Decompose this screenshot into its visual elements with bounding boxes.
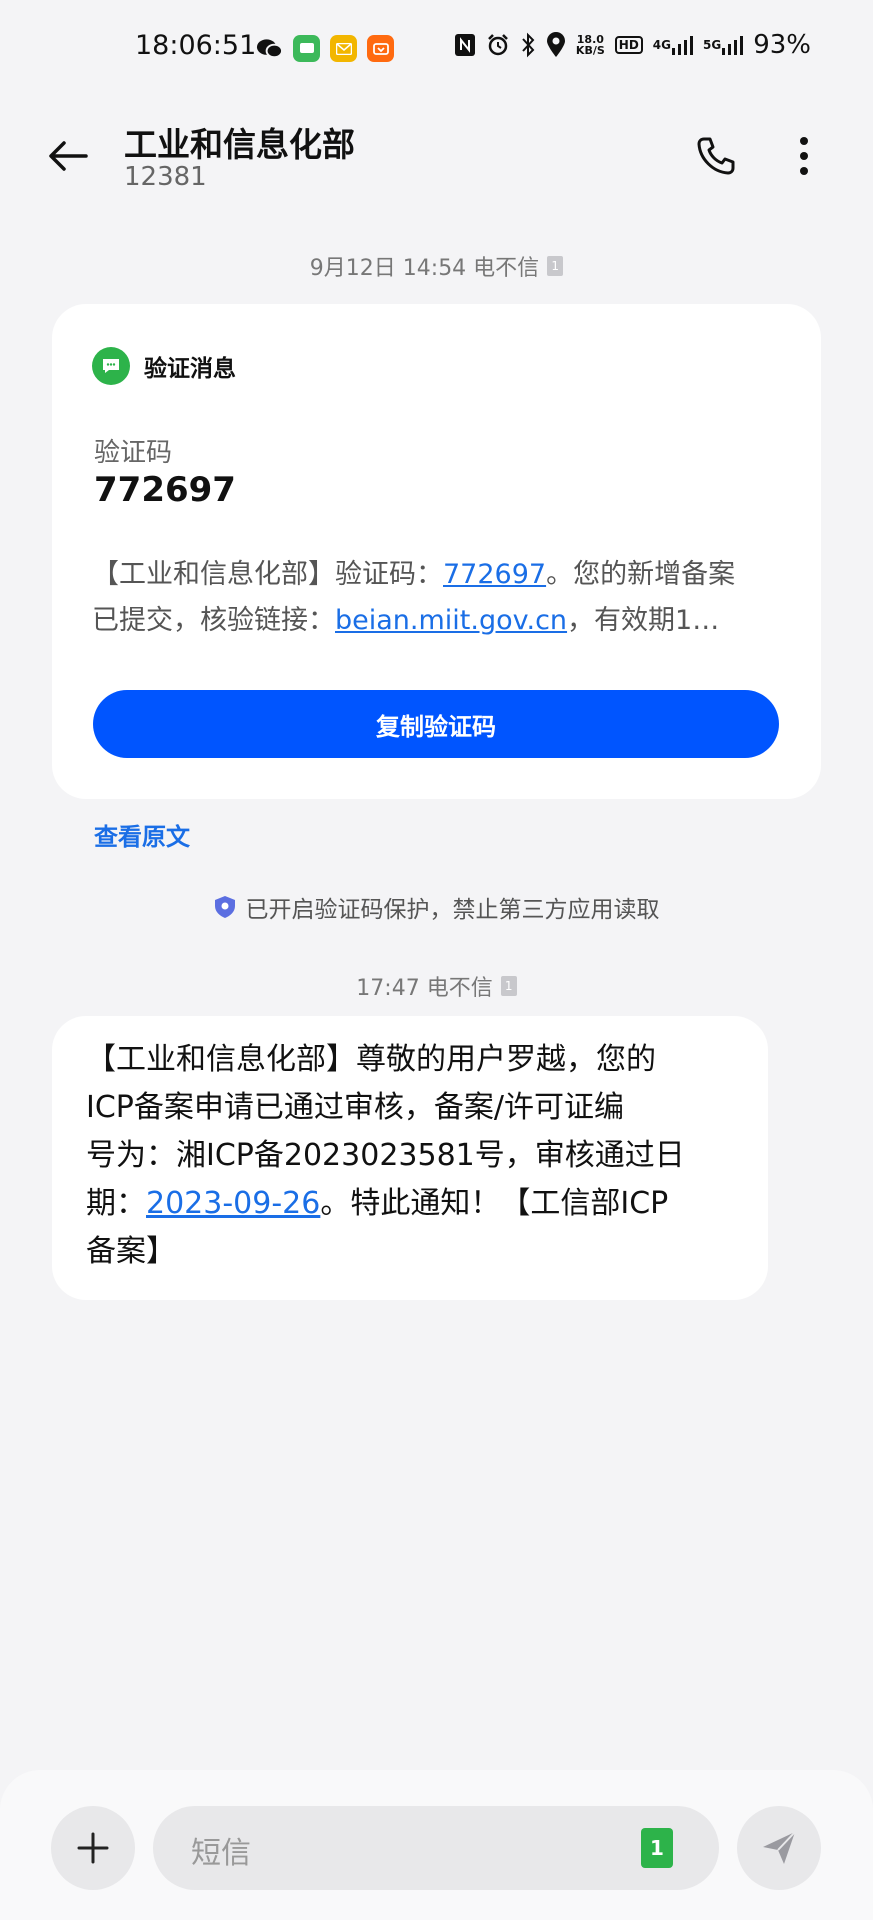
shopping-app-icon <box>367 35 394 62</box>
wechat-icon <box>256 35 283 62</box>
message-line: 号为：湘ICP备2023023581号，审核通过日 <box>86 1138 685 1173</box>
body-text: ，有效期1… <box>567 605 720 636</box>
timestamp-text: 9月12日 14:54 电不信 <box>309 256 540 281</box>
mail-app-icon <box>330 35 357 62</box>
messages-app-icon <box>293 35 320 62</box>
message-input[interactable]: 短信 1 <box>153 1806 719 1890</box>
copy-code-button[interactable]: 复制验证码 <box>93 690 779 758</box>
shield-icon <box>214 896 235 918</box>
code-link[interactable]: 772697 <box>443 559 546 590</box>
body-text: 。您的新增备案 <box>546 559 736 590</box>
composer-bar: 短信 1 <box>0 1770 873 1920</box>
location-icon <box>546 32 566 58</box>
nfc-icon <box>454 33 476 57</box>
system-status: 18.0 KB/S HD 4G 5G 93% <box>454 30 811 60</box>
message-timestamp: 17:47 电不信 1 <box>0 970 873 1002</box>
add-attachment-button[interactable] <box>51 1806 135 1890</box>
speed-unit: KB/S <box>575 44 605 57</box>
code-label: 验证码 <box>94 438 173 468</box>
battery-level: 93% <box>753 30 811 60</box>
network-speed: 18.0 KB/S <box>576 34 605 56</box>
phone-icon <box>697 137 735 175</box>
message-body: 【工业和信息化部】验证码：772697。您的新增备案 已提交，核验链接：beia… <box>92 552 792 644</box>
verification-card: 验证消息 验证码 772697 【工业和信息化部】验证码：772697。您的新增… <box>52 304 821 799</box>
more-vertical-icon <box>800 137 808 175</box>
sim-select-button[interactable]: 1 <box>641 1828 673 1868</box>
back-button[interactable] <box>44 132 92 180</box>
message-line: ICP备案申请已通过审核，备案/许可证编 <box>86 1090 624 1125</box>
conversation-header: 工业和信息化部 12381 <box>0 100 873 210</box>
chat-bubble-icon <box>92 347 130 385</box>
network-type-2: 5G <box>703 38 722 52</box>
signal-5g: 5G <box>703 34 744 56</box>
code-value: 772697 <box>94 470 236 510</box>
message-text: 【工业和信息化部】尊敬的用户罗越，您的 ICP备案申请已通过审核，备案/许可证编… <box>86 1036 746 1276</box>
contact-name: 工业和信息化部 <box>124 125 355 164</box>
url-link[interactable]: beian.miit.gov.cn <box>335 605 567 636</box>
message-timestamp: 9月12日 14:54 电不信 1 <box>0 250 873 282</box>
body-text: 已提交，核验链接： <box>92 605 335 636</box>
sim-card-icon: 1 <box>547 256 564 276</box>
card-title: 验证消息 <box>144 356 236 382</box>
plus-icon <box>77 1832 109 1864</box>
date-link[interactable]: 2023-09-26 <box>146 1186 320 1221</box>
call-button[interactable] <box>690 130 742 182</box>
send-icon <box>763 1831 796 1864</box>
view-original-link[interactable]: 查看原文 <box>94 817 190 852</box>
contact-number: 12381 <box>124 162 207 192</box>
status-time: 18:06:51 <box>135 30 257 61</box>
message-line: 备案】 <box>86 1234 176 1269</box>
arrow-left-icon <box>49 141 88 171</box>
status-bar: 18:06:51 18.0 KB/S HD 4G 5G 93% <box>0 0 873 100</box>
notification-icons <box>256 35 394 62</box>
hd-badge: HD <box>614 36 643 54</box>
card-header: 验证消息 <box>92 347 236 385</box>
message-bubble[interactable]: 【工业和信息化部】尊敬的用户罗越，您的 ICP备案申请已通过审核，备案/许可证编… <box>52 1016 768 1300</box>
message-line: 。特此通知！【工信部ICP <box>320 1186 669 1221</box>
more-options-button[interactable] <box>780 130 828 182</box>
alarm-icon <box>486 33 510 57</box>
sim-card-icon: 1 <box>500 976 517 996</box>
body-text: 【工业和信息化部】验证码： <box>92 559 443 590</box>
protection-text: 已开启验证码保护，禁止第三方应用读取 <box>245 897 660 923</box>
message-line: 【工业和信息化部】尊敬的用户罗越，您的 <box>86 1042 656 1077</box>
input-placeholder: 短信 <box>191 1836 251 1871</box>
network-type-1: 4G <box>652 38 671 52</box>
message-line: 期： <box>86 1186 146 1221</box>
protection-notice: 已开启验证码保护，禁止第三方应用读取 <box>0 890 873 924</box>
signal-4g: 4G <box>653 34 693 56</box>
bluetooth-icon <box>520 32 536 58</box>
send-button[interactable] <box>737 1806 821 1890</box>
timestamp-text: 17:47 电不信 <box>356 976 493 1001</box>
